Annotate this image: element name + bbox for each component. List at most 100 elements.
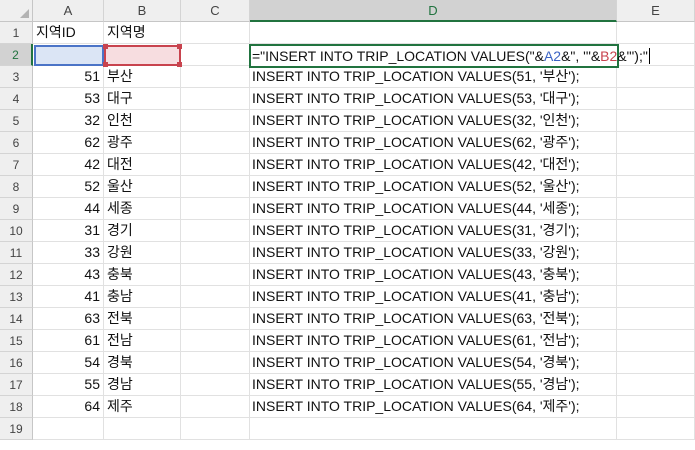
cell-d[interactable] (250, 418, 617, 440)
cell-sql-statement[interactable]: INSERT INTO TRIP_LOCATION VALUES(53, '대구… (250, 88, 617, 110)
select-all-corner[interactable] (0, 0, 33, 22)
cell-c[interactable] (181, 396, 250, 418)
cell-e[interactable] (617, 132, 695, 154)
cell-region-name[interactable]: 강원 (104, 242, 181, 264)
cell-region-name[interactable]: 세종 (104, 198, 181, 220)
column-header-c[interactable]: C (181, 0, 250, 22)
cell-c[interactable] (181, 132, 250, 154)
cell-c[interactable] (181, 66, 250, 88)
cell-header-region-name[interactable]: 지역명 (104, 22, 181, 44)
cell-region-name[interactable]: 경기 (104, 220, 181, 242)
resize-handle[interactable] (103, 44, 108, 49)
column-header-e[interactable]: E (617, 0, 695, 22)
cell-sql-statement[interactable]: INSERT INTO TRIP_LOCATION VALUES(44, '세종… (250, 198, 617, 220)
column-header-b[interactable]: B (104, 0, 181, 22)
row-header[interactable]: 11 (0, 242, 33, 264)
cell-region-id[interactable]: 62 (33, 132, 104, 154)
formula-in-cell-editor[interactable]: ="INSERT INTO TRIP_LOCATION VALUES("&A2&… (252, 45, 650, 67)
row-header[interactable]: 18 (0, 396, 33, 418)
cell-sql-statement[interactable]: INSERT INTO TRIP_LOCATION VALUES(41, '충남… (250, 286, 617, 308)
row-header[interactable]: 16 (0, 352, 33, 374)
referenced-cell-b2[interactable] (103, 44, 182, 67)
cell-c[interactable] (181, 330, 250, 352)
cell-c[interactable] (181, 22, 250, 44)
cell-region-name[interactable]: 제주 (104, 396, 181, 418)
cell-region-id[interactable]: 41 (33, 286, 104, 308)
cell-e[interactable] (617, 374, 695, 396)
cell-sql-statement[interactable]: INSERT INTO TRIP_LOCATION VALUES(52, '울산… (250, 176, 617, 198)
row-header[interactable]: 1 (0, 22, 33, 44)
resize-handle[interactable] (103, 62, 108, 67)
cell-e[interactable] (617, 220, 695, 242)
cell-sql-statement[interactable]: INSERT INTO TRIP_LOCATION VALUES(42, '대전… (250, 154, 617, 176)
cell-region-id[interactable]: 55 (33, 374, 104, 396)
cell-e[interactable] (617, 66, 695, 88)
cell-c[interactable] (181, 220, 250, 242)
cell-sql-statement[interactable]: INSERT INTO TRIP_LOCATION VALUES(31, '경기… (250, 220, 617, 242)
cell-e[interactable] (617, 88, 695, 110)
cell-b[interactable] (104, 418, 181, 440)
row-header[interactable]: 10 (0, 220, 33, 242)
cell-c[interactable] (181, 374, 250, 396)
cell-region-name[interactable]: 광주 (104, 132, 181, 154)
cell-d[interactable] (250, 22, 617, 44)
row-header[interactable]: 7 (0, 154, 33, 176)
cell-e[interactable] (617, 110, 695, 132)
cell-region-id[interactable]: 43 (33, 264, 104, 286)
cell-sql-statement[interactable]: INSERT INTO TRIP_LOCATION VALUES(51, '부산… (250, 66, 617, 88)
cell-sql-statement[interactable]: INSERT INTO TRIP_LOCATION VALUES(63, '전북… (250, 308, 617, 330)
cell-e[interactable] (617, 154, 695, 176)
cell-c[interactable] (181, 44, 250, 66)
cell-region-id[interactable]: 52 (33, 176, 104, 198)
row-header[interactable]: 13 (0, 286, 33, 308)
cell-c[interactable] (181, 176, 250, 198)
cell-sql-statement[interactable]: INSERT INTO TRIP_LOCATION VALUES(64, '제주… (250, 396, 617, 418)
cell-sql-statement[interactable]: INSERT INTO TRIP_LOCATION VALUES(62, '광주… (250, 132, 617, 154)
column-header-d[interactable]: D (250, 0, 617, 22)
resize-handle[interactable] (177, 44, 182, 49)
cell-e[interactable] (617, 418, 695, 440)
cell-e[interactable] (617, 352, 695, 374)
row-header[interactable]: 6 (0, 132, 33, 154)
cell-region-id[interactable]: 63 (33, 308, 104, 330)
cell-c[interactable] (181, 286, 250, 308)
cell-region-name[interactable]: 대전 (104, 154, 181, 176)
cell-region-name[interactable]: 전남 (104, 330, 181, 352)
cell-region-id[interactable]: 64 (33, 396, 104, 418)
cell-region-id[interactable]: 54 (33, 352, 104, 374)
cell-region-name[interactable]: 충남 (104, 286, 181, 308)
cell-c[interactable] (181, 264, 250, 286)
row-header[interactable]: 4 (0, 88, 33, 110)
cell-a[interactable] (33, 418, 104, 440)
row-header[interactable]: 3 (0, 66, 33, 88)
cell-c[interactable] (181, 418, 250, 440)
cell-e[interactable] (617, 198, 695, 220)
column-header-a[interactable]: A (33, 0, 104, 22)
row-header[interactable]: 19 (0, 418, 33, 440)
cell-c[interactable] (181, 154, 250, 176)
cell-region-name[interactable]: 경북 (104, 352, 181, 374)
cell-region-id[interactable]: 42 (33, 154, 104, 176)
cell-region-id[interactable]: 61 (33, 330, 104, 352)
cell-region-name[interactable]: 대구 (104, 88, 181, 110)
row-header[interactable]: 9 (0, 198, 33, 220)
row-header[interactable]: 17 (0, 374, 33, 396)
cell-region-name[interactable]: 전북 (104, 308, 181, 330)
cell-sql-statement[interactable]: INSERT INTO TRIP_LOCATION VALUES(61, '전남… (250, 330, 617, 352)
cell-e[interactable] (617, 176, 695, 198)
spreadsheet-grid[interactable]: A B C D E 1지역ID지역명22서울351부산INSERT INTO T… (0, 0, 695, 450)
cell-region-name[interactable]: 부산 (104, 66, 181, 88)
referenced-cell-a2[interactable] (34, 45, 104, 66)
cell-region-name[interactable]: 인천 (104, 110, 181, 132)
cell-region-id[interactable]: 31 (33, 220, 104, 242)
cell-c[interactable] (181, 242, 250, 264)
cell-c[interactable] (181, 308, 250, 330)
cell-region-name[interactable]: 울산 (104, 176, 181, 198)
resize-handle[interactable] (177, 62, 182, 67)
row-header[interactable]: 15 (0, 330, 33, 352)
cell-e[interactable] (617, 308, 695, 330)
cell-region-id[interactable]: 32 (33, 110, 104, 132)
cell-region-name[interactable]: 경남 (104, 374, 181, 396)
cell-c[interactable] (181, 88, 250, 110)
cell-e[interactable] (617, 264, 695, 286)
